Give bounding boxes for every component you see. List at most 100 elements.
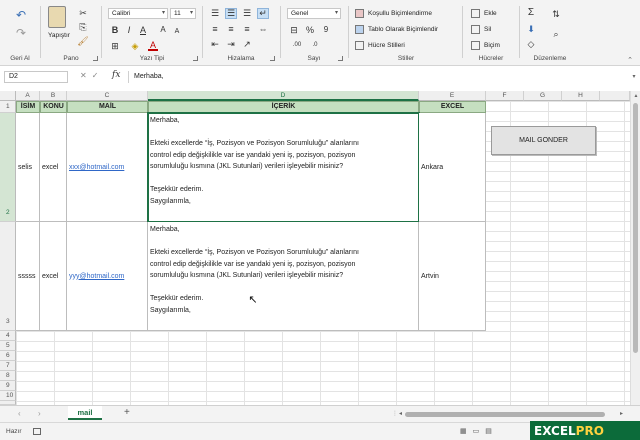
table-cell-mail[interactable]: xxx@hotmail.com (67, 113, 148, 222)
scroll-left-icon[interactable]: ◂ (399, 410, 402, 417)
clear-icon[interactable]: ◇ (526, 39, 536, 49)
formula-input[interactable]: Merhaba, (128, 71, 628, 83)
font-shrink-icon[interactable]: A (172, 26, 182, 36)
header-cell-excel[interactable]: EXCEL (419, 101, 486, 113)
bold-icon[interactable]: B (110, 25, 120, 35)
font-launcher-icon[interactable] (193, 56, 198, 61)
page-break-icon[interactable]: ▤ (485, 428, 498, 435)
insert-cells-icon[interactable] (471, 9, 480, 18)
normal-view-icon[interactable]: ▦ (460, 428, 473, 435)
cancel-icon[interactable]: ✕ (80, 71, 92, 80)
page-layout-icon[interactable]: ▭ (473, 428, 486, 435)
format-as-table-button[interactable]: Tablo Olarak Biçimlendir (368, 26, 438, 33)
sort-filter-icon[interactable]: ⇅ (550, 8, 562, 20)
italic-icon[interactable]: I (124, 25, 134, 35)
autosum-icon[interactable]: Σ (526, 8, 536, 18)
redo-icon[interactable]: ↷ (14, 26, 28, 40)
align-center-icon[interactable]: ≡ (225, 24, 237, 34)
column-header-g[interactable]: G (524, 91, 562, 101)
comma-style-icon[interactable]: 9 (321, 25, 331, 35)
underline-icon[interactable]: A (138, 25, 148, 35)
collapse-ribbon-icon[interactable]: ⌃ (626, 56, 634, 64)
row-header-7[interactable]: 7 (0, 361, 16, 371)
header-cell-subject[interactable]: KONU (40, 101, 67, 113)
column-header-a[interactable]: A (16, 91, 40, 101)
number-format-select[interactable]: Genel ▾ (287, 8, 341, 19)
borders-icon[interactable]: ⊞ (110, 41, 120, 51)
insert-button[interactable]: Ekle (484, 10, 497, 17)
row-header-9[interactable]: 9 (0, 381, 16, 391)
insert-function-icon[interactable]: fx (112, 70, 120, 80)
add-sheet-icon[interactable]: + (124, 407, 130, 418)
table-cell-content[interactable]: Merhaba, Ekteki excellerde “İş, Pozisyon… (147, 112, 420, 223)
paste-label[interactable]: Yapıştır (48, 32, 70, 39)
fill-icon[interactable]: ⬇ (526, 24, 536, 34)
align-left-icon[interactable]: ≡ (209, 24, 221, 34)
align-right-icon[interactable]: ≡ (241, 24, 253, 34)
row-header-3[interactable]: 3 (0, 222, 16, 331)
row-header-1[interactable]: 1 (0, 101, 16, 113)
percent-icon[interactable]: % (305, 25, 315, 35)
find-select-icon[interactable]: ⌕ (550, 28, 562, 40)
row-header-10[interactable]: 10 (0, 391, 16, 401)
prev-sheet-icon[interactable]: ‹ (18, 409, 21, 418)
currency-icon[interactable]: ⊟ (289, 25, 299, 35)
delete-button[interactable]: Sil (484, 26, 491, 33)
cell-styles-icon[interactable] (355, 41, 364, 50)
format-painter-icon[interactable]: 🖌 (77, 36, 88, 46)
scroll-right-icon[interactable]: ▸ (620, 410, 623, 417)
merge-icon[interactable]: ⇔ (257, 24, 269, 34)
font-family-select[interactable]: Calibri ▾ (108, 8, 168, 19)
header-cell-mail[interactable]: MAİL (67, 101, 148, 113)
alignment-launcher-icon[interactable] (270, 56, 275, 61)
wrap-text-icon[interactable]: ↵ (257, 8, 269, 19)
format-as-table-icon[interactable] (355, 25, 364, 34)
table-cell[interactable]: Ankara (419, 113, 486, 222)
row-header-2[interactable]: 2 (0, 113, 16, 222)
increase-decimal-icon[interactable]: .00 (291, 40, 303, 50)
vertical-scrollbar[interactable]: ▲ (630, 91, 640, 405)
align-bottom-icon[interactable]: ☰ (241, 8, 253, 18)
conditional-formatting-icon[interactable] (355, 9, 364, 18)
mail-send-button[interactable]: MAIL GONDER (491, 126, 596, 155)
undo-icon[interactable]: ↶ (14, 8, 28, 22)
cell-styles-button[interactable]: Hücre Stilleri (368, 42, 405, 49)
indent-decrease-icon[interactable]: ⇤ (209, 39, 221, 49)
orientation-icon[interactable]: ↗ (241, 39, 253, 49)
next-sheet-icon[interactable]: › (38, 409, 41, 418)
font-grow-icon[interactable]: A (158, 25, 168, 35)
confirm-icon[interactable]: ✓ (92, 71, 104, 80)
accessibility-icon[interactable] (33, 428, 41, 435)
column-header-h[interactable]: H (562, 91, 600, 101)
mail-link[interactable]: xxx@hotmail.com (69, 164, 124, 171)
decrease-decimal-icon[interactable]: .0 (309, 40, 321, 50)
cut-icon[interactable]: ✂ (78, 8, 88, 18)
table-cell[interactable]: sssss (16, 222, 40, 331)
indent-increase-icon[interactable]: ⇥ (225, 39, 237, 49)
table-cell-mail[interactable]: yyy@hotmail.com (67, 222, 148, 331)
table-cell[interactable]: excel (40, 113, 67, 222)
table-cell-content[interactable]: Merhaba, Ekteki excellerde “İş, Pozisyon… (148, 222, 419, 331)
copy-icon[interactable]: ⎘ (78, 22, 88, 32)
sheet-tab-mail[interactable]: mail (68, 406, 102, 420)
scroll-up-icon[interactable]: ▲ (632, 92, 640, 100)
row-header-5[interactable]: 5 (0, 341, 16, 351)
format-cells-icon[interactable] (471, 41, 480, 50)
header-cell-name[interactable]: İSİM (16, 101, 40, 113)
row-header-8[interactable]: 8 (0, 371, 16, 381)
format-button[interactable]: Biçim (484, 42, 500, 49)
expand-formula-bar-icon[interactable]: ▾ (630, 72, 638, 82)
delete-cells-icon[interactable] (471, 25, 480, 34)
clipboard-launcher-icon[interactable] (93, 56, 98, 61)
horizontal-scroll-thumb[interactable] (405, 412, 605, 417)
number-launcher-icon[interactable] (338, 56, 343, 61)
tab-split-handle-icon[interactable]: ⋮ (392, 410, 398, 417)
column-header-b[interactable]: B (40, 91, 67, 101)
row-header-6[interactable]: 6 (0, 351, 16, 361)
fill-color-icon[interactable]: ◈ (130, 41, 140, 51)
table-cell[interactable]: excel (40, 222, 67, 331)
select-all-corner[interactable] (0, 91, 16, 101)
align-top-icon[interactable]: ☰ (209, 8, 221, 18)
paste-icon[interactable] (48, 6, 66, 28)
table-cell[interactable]: Artvin (419, 222, 486, 331)
